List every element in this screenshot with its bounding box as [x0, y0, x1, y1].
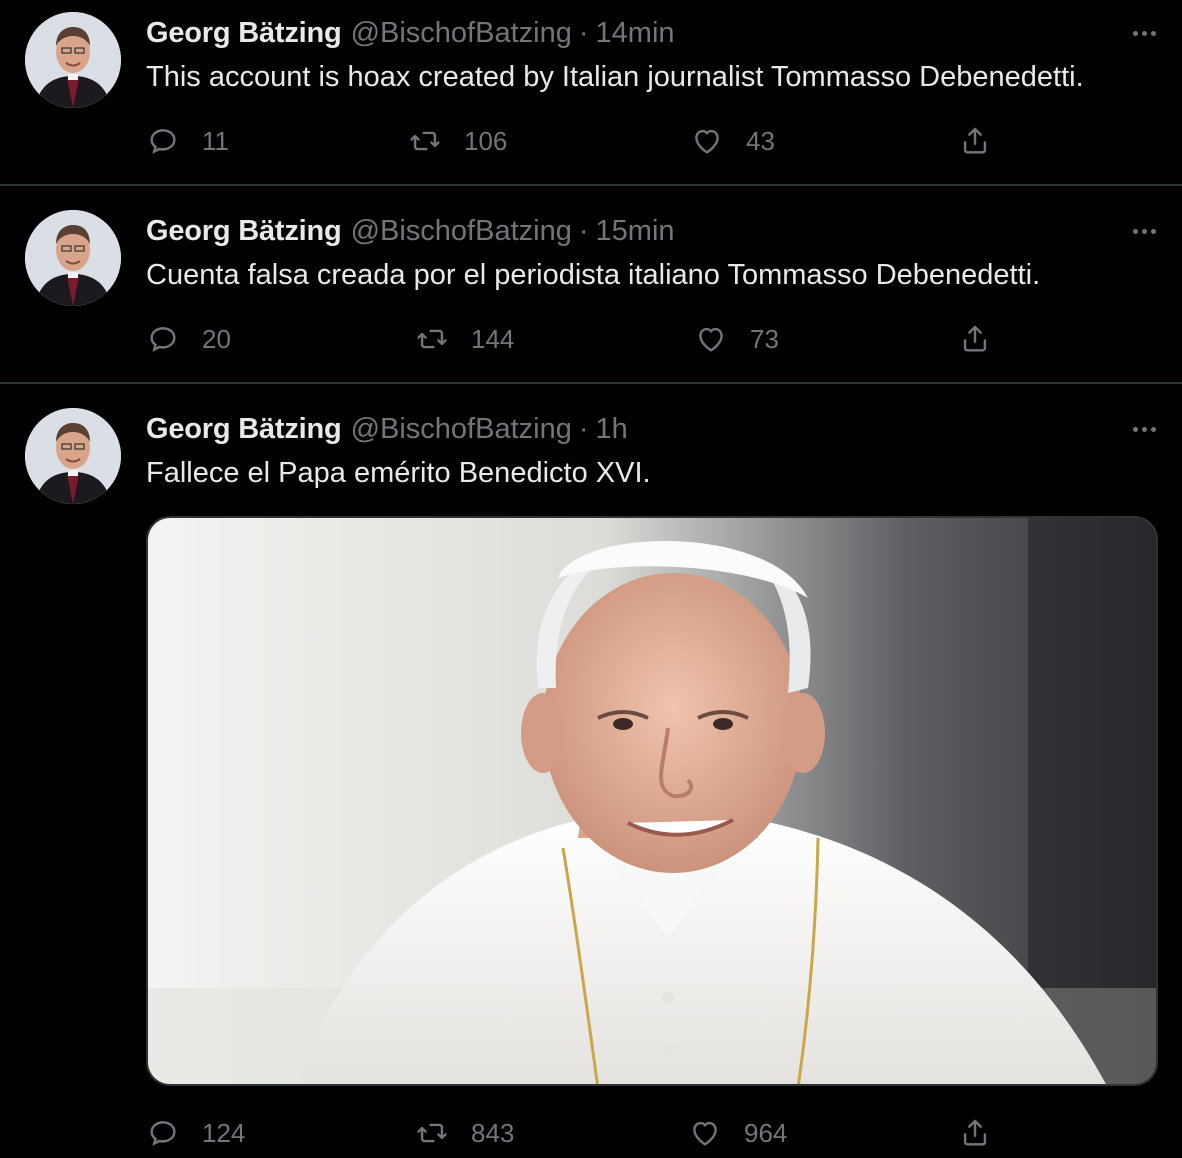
reply-button[interactable]: 20 — [146, 319, 231, 359]
like-count: 43 — [746, 125, 775, 156]
author-name[interactable]: Georg Bätzing — [146, 410, 342, 448]
share-icon — [963, 127, 987, 154]
heart-icon — [699, 327, 723, 352]
author-handle[interactable]: @BischofBatzing — [351, 212, 572, 250]
action-bar: 11 106 43 — [0, 121, 1182, 161]
retweet-button[interactable]: 843 — [415, 1113, 514, 1153]
photo-image — [148, 518, 1156, 1084]
more-icon[interactable] — [1124, 414, 1164, 444]
reply-count: 124 — [202, 1117, 246, 1148]
tweet[interactable]: Georg Bätzing @BischofBatzing · 1h Falle… — [0, 384, 1182, 1158]
author-handle[interactable]: @BischofBatzing — [351, 410, 572, 448]
reply-icon — [150, 327, 176, 352]
tweet-header: Georg Bätzing @BischofBatzing · 15min — [146, 212, 675, 250]
reply-count: 11 — [202, 125, 229, 156]
action-bar: 124 843 964 — [0, 1113, 1182, 1153]
share-button[interactable] — [958, 319, 992, 359]
action-bar: 20 144 73 — [0, 319, 1182, 359]
timestamp[interactable]: 14min — [596, 14, 675, 52]
reply-icon — [150, 129, 176, 154]
author-name[interactable]: Georg Bätzing — [146, 14, 342, 52]
reply-icon — [150, 1121, 176, 1146]
retweet-icon — [417, 1123, 447, 1143]
timestamp[interactable]: 15min — [596, 212, 675, 250]
share-icon — [963, 325, 987, 352]
avatar[interactable] — [25, 210, 121, 306]
heart-icon — [693, 1121, 717, 1146]
tweet-header: Georg Bätzing @BischofBatzing · 1h — [146, 410, 628, 448]
separator: · — [578, 17, 589, 49]
more-icon[interactable] — [1124, 18, 1164, 48]
retweet-button[interactable]: 106 — [408, 121, 507, 161]
share-icon — [963, 1119, 987, 1146]
avatar[interactable] — [25, 12, 121, 108]
like-button[interactable]: 43 — [690, 121, 775, 161]
retweet-count: 106 — [464, 125, 508, 156]
tweet-text: Cuenta falsa creada por el periodista it… — [146, 259, 1041, 291]
retweet-count: 144 — [471, 323, 515, 354]
tweet-text: This account is hoax created by Italian … — [146, 61, 1084, 93]
tweet-photo[interactable] — [146, 516, 1158, 1086]
separator: · — [578, 215, 589, 247]
avatar[interactable] — [25, 408, 121, 504]
like-count: 964 — [744, 1117, 788, 1148]
retweet-icon — [417, 329, 447, 349]
retweet-button[interactable]: 144 — [415, 319, 514, 359]
reply-button[interactable]: 11 — [146, 121, 229, 161]
author-handle[interactable]: @BischofBatzing — [351, 14, 572, 52]
share-button[interactable] — [958, 1113, 992, 1153]
more-icon[interactable] — [1124, 216, 1164, 246]
like-button[interactable]: 964 — [688, 1113, 787, 1153]
author-name[interactable]: Georg Bätzing — [146, 212, 342, 250]
tweet[interactable]: Georg Bätzing @BischofBatzing · 14min Th… — [0, 0, 1182, 186]
tweet-header: Georg Bätzing @BischofBatzing · 14min — [146, 14, 675, 52]
reply-count: 20 — [202, 323, 231, 354]
like-count: 73 — [750, 323, 779, 354]
like-button[interactable]: 73 — [694, 319, 779, 359]
timestamp[interactable]: 1h — [596, 410, 628, 448]
retweet-count: 843 — [471, 1117, 515, 1148]
share-button[interactable] — [958, 121, 992, 161]
tweet[interactable]: Georg Bätzing @BischofBatzing · 15min Cu… — [0, 186, 1182, 384]
reply-button[interactable]: 124 — [146, 1113, 245, 1153]
separator: · — [578, 413, 589, 445]
retweet-icon — [410, 131, 440, 151]
tweet-text: Fallece el Papa emérito Benedicto XVI. — [146, 457, 651, 489]
heart-icon — [695, 129, 719, 154]
